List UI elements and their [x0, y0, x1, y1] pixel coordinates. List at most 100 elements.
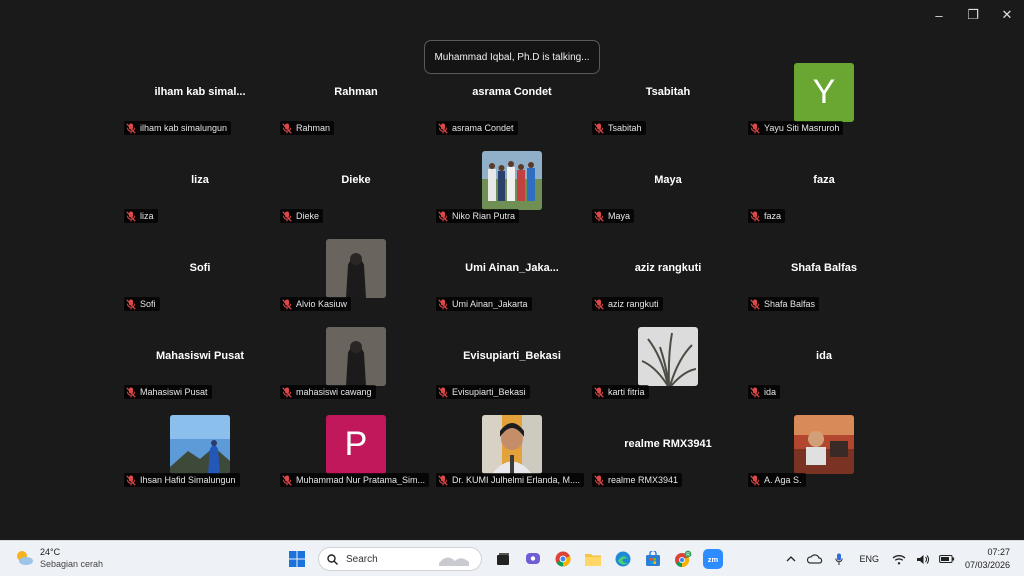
microphone-icon[interactable]: [827, 541, 851, 576]
participant-name: aziz rangkuti: [608, 299, 659, 309]
muted-microphone-icon: [594, 210, 604, 222]
search-box[interactable]: Search: [318, 547, 482, 571]
participant-tile[interactable]: Dr. KUMI Julhelmi Erlanda, M....: [434, 414, 590, 502]
participant-tile[interactable]: Dieke Dieke: [278, 150, 434, 238]
restore-icon[interactable]: ❐: [956, 0, 990, 30]
participant-name: ida: [764, 387, 777, 397]
start-icon[interactable]: [282, 545, 312, 573]
participant-name-label: Tsabitah: [592, 121, 646, 135]
minimize-icon[interactable]: –: [922, 0, 956, 30]
muted-microphone-icon: [750, 210, 760, 222]
search-placeholder: Search: [346, 553, 378, 565]
participant-tile[interactable]: Sofi Sofi: [122, 238, 278, 326]
participant-name-label: Dr. KUMI Julhelmi Erlanda, M....: [436, 473, 585, 487]
participant-tile[interactable]: A. Aga S.: [746, 414, 902, 502]
participant-name: Alvio Kasiuw: [296, 299, 348, 309]
onedrive-icon[interactable]: [803, 541, 827, 576]
participant-name: Dieke: [296, 211, 320, 221]
chrome-profile-icon[interactable]: R: [668, 545, 698, 573]
participant-tile[interactable]: Mahasiswi Pusat Mahasiswi Pusat: [122, 326, 278, 414]
participant-name-label: Rahman: [280, 121, 335, 135]
muted-microphone-icon: [126, 298, 136, 310]
workshop-photo: [794, 415, 854, 474]
muted-microphone-icon: [594, 474, 604, 486]
weather-widget[interactable]: 24°C Sebagian cerah: [14, 547, 103, 569]
participant-tile[interactable]: Evisupiarti_Bekasi Evisupiarti_Bekasi: [434, 326, 590, 414]
participant-name: Rahman: [296, 123, 331, 133]
participant-name-label: Maya: [592, 209, 635, 223]
store-icon[interactable]: [638, 545, 668, 573]
hijab-photo: [326, 327, 386, 386]
clock[interactable]: 07:27 07/03/2026: [965, 546, 1010, 572]
mountain-photo: [170, 415, 230, 474]
language-indicator[interactable]: ENG: [859, 554, 879, 564]
participant-tile[interactable]: Maya Maya: [590, 150, 746, 238]
muted-microphone-icon: [594, 386, 604, 398]
hijab-photo: [326, 239, 386, 298]
group-photo: [482, 151, 542, 210]
participant-tile[interactable]: liza liza: [122, 150, 278, 238]
participant-display-name: ilham kab simal...: [154, 86, 246, 98]
chrome-icon[interactable]: [548, 545, 578, 573]
participant-tile[interactable]: Alvio Kasiuw: [278, 238, 434, 326]
participant-tile[interactable]: Shafa Balfas Shafa Balfas: [746, 238, 902, 326]
participant-tile[interactable]: Niko Rian Putra: [434, 150, 590, 238]
participant-tile[interactable]: Y Yayu Siti Masruroh: [746, 62, 902, 150]
participant-name: faza: [764, 211, 782, 221]
muted-microphone-icon: [282, 122, 292, 134]
participant-name-label: ida: [748, 385, 781, 399]
participant-display-name: faza: [813, 174, 835, 186]
participant-name-label: Muhammad Nur Pratama_Sim...: [280, 473, 430, 487]
participant-name-label: Evisupiarti_Bekasi: [436, 385, 530, 399]
chat-icon[interactable]: [518, 545, 548, 573]
chevron-up-icon[interactable]: [779, 541, 803, 576]
zoom-icon[interactable]: zm: [698, 545, 728, 573]
participant-display-name: Mahasiswi Pusat: [155, 350, 245, 362]
participant-tile[interactable]: karti fitria: [590, 326, 746, 414]
file-explorer-icon[interactable]: [578, 545, 608, 573]
svg-text:zm: zm: [708, 555, 719, 564]
muted-microphone-icon: [126, 474, 136, 486]
task-view-icon[interactable]: [488, 545, 518, 573]
participant-display-name: aziz rangkuti: [634, 262, 702, 274]
participant-tile[interactable]: mahasiswi cawang: [278, 326, 434, 414]
participant-tile[interactable]: Umi Ainan_Jaka... Umi Ainan_Jakarta: [434, 238, 590, 326]
participant-tile[interactable]: P Muhammad Nur Pratama_Sim...: [278, 414, 434, 502]
participant-name: A. Aga S.: [764, 475, 802, 485]
participant-tile[interactable]: Rahman Rahman: [278, 62, 434, 150]
participant-tile[interactable]: Tsabitah Tsabitah: [590, 62, 746, 150]
participant-name: asrama Condet: [452, 123, 514, 133]
clock-date: 07/03/2026: [964, 560, 1010, 570]
muted-microphone-icon: [282, 298, 292, 310]
muted-microphone-icon: [438, 210, 448, 222]
muted-microphone-icon: [438, 298, 448, 310]
participant-name: Evisupiarti_Bekasi: [452, 387, 526, 397]
edge-icon[interactable]: [608, 545, 638, 573]
participant-tile[interactable]: faza faza: [746, 150, 902, 238]
participant-name: Umi Ainan_Jakarta: [452, 299, 528, 309]
plant-photo: [638, 327, 698, 386]
wifi-icon[interactable]: [887, 541, 911, 576]
search-icon: [327, 553, 338, 565]
muted-microphone-icon: [750, 298, 760, 310]
participant-tile[interactable]: realme RMX3941 realme RMX3941: [590, 414, 746, 502]
participant-tile[interactable]: ilham kab simal... ilham kab simalungun: [122, 62, 278, 150]
muted-microphone-icon: [126, 386, 136, 398]
muted-microphone-icon: [438, 122, 448, 134]
muted-microphone-icon: [750, 386, 760, 398]
participant-tile[interactable]: Ihsan Hafid Simalungun: [122, 414, 278, 502]
participant-name-label: faza: [748, 209, 786, 223]
participant-name-label: Shafa Balfas: [748, 297, 820, 311]
participant-tile[interactable]: ida ida: [746, 326, 902, 414]
volume-icon[interactable]: [911, 541, 935, 576]
muted-microphone-icon: [438, 474, 448, 486]
window-controls: – ❐ ✕: [922, 0, 1024, 30]
participant-name: Muhammad Nur Pratama_Sim...: [296, 475, 426, 485]
battery-icon[interactable]: [935, 541, 959, 576]
weather-temperature: 24°C: [40, 547, 61, 557]
close-icon[interactable]: ✕: [990, 0, 1024, 30]
participant-name: Ihsan Hafid Simalungun: [140, 475, 236, 485]
participant-tile[interactable]: asrama Condet asrama Condet: [434, 62, 590, 150]
muted-microphone-icon: [594, 298, 604, 310]
participant-tile[interactable]: aziz rangkuti aziz rangkuti: [590, 238, 746, 326]
